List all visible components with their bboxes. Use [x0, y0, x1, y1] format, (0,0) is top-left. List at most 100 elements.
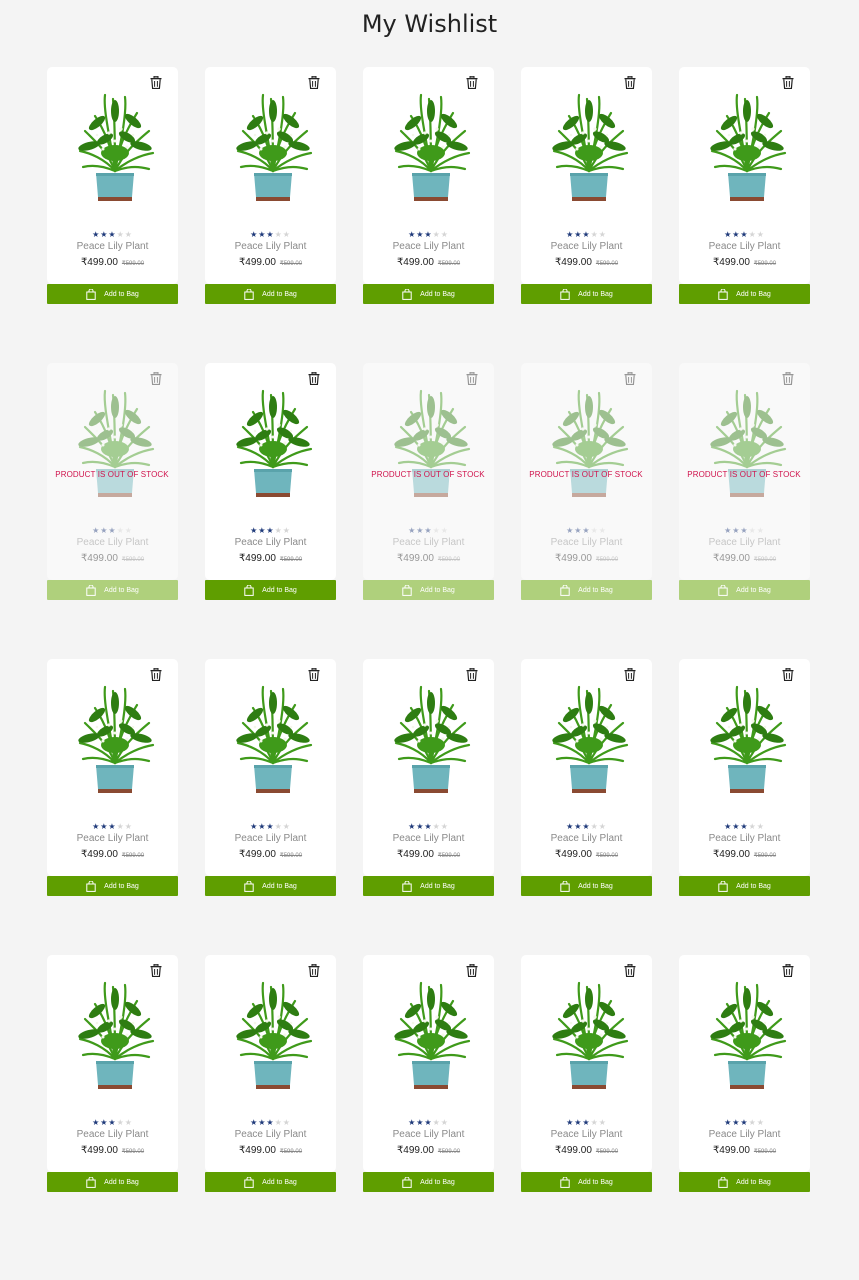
star-icon: ★ [566, 822, 575, 831]
shopping-bag-icon [718, 288, 728, 300]
old-price: ₹599.00 [595, 1149, 619, 1155]
trash-icon[interactable] [466, 668, 478, 681]
add-to-bag-button[interactable]: Add to Bag [205, 580, 336, 600]
product-name[interactable]: Peace Lily Plant [679, 832, 810, 846]
star-rating: ★★★★★ [521, 1118, 652, 1128]
old-price: ₹599.00 [595, 557, 619, 563]
star-icon: ★ [282, 822, 291, 831]
star-icon: ★ [582, 1118, 591, 1127]
product-name[interactable]: Peace Lily Plant [363, 1128, 494, 1142]
star-rating: ★★★★★ [47, 1118, 178, 1128]
product-name[interactable]: Peace Lily Plant [47, 832, 178, 846]
add-to-bag-label: Add to Bag [736, 586, 771, 594]
trash-icon[interactable] [624, 668, 636, 681]
star-icon: ★ [724, 1118, 733, 1127]
add-to-bag-label: Add to Bag [578, 882, 613, 890]
product-name[interactable]: Peace Lily Plant [47, 240, 178, 254]
add-to-bag-label: Add to Bag [262, 1178, 297, 1186]
add-to-bag-button[interactable]: Add to Bag [521, 876, 652, 896]
trash-icon[interactable] [308, 964, 320, 977]
old-price: ₹599.00 [279, 853, 303, 859]
product-name[interactable]: Peace Lily Plant [679, 536, 810, 550]
trash-icon[interactable] [782, 668, 794, 681]
star-icon: ★ [92, 230, 101, 239]
trash-icon[interactable] [782, 372, 794, 385]
trash-icon[interactable] [466, 372, 478, 385]
card-body: PRODUCT IS OUT OF STOCK ★★★★★ Peace Lily… [679, 363, 810, 580]
trash-icon[interactable] [466, 964, 478, 977]
star-icon: ★ [108, 822, 117, 831]
add-to-bag-button[interactable]: Add to Bag [205, 876, 336, 896]
trash-icon[interactable] [308, 372, 320, 385]
add-to-bag-button[interactable]: Add to Bag [363, 1172, 494, 1192]
trash-icon[interactable] [308, 668, 320, 681]
product-price-row: ₹499.00 ₹599.00 [679, 1144, 810, 1159]
current-price: ₹499.00 [712, 849, 750, 860]
star-icon: ★ [598, 822, 607, 831]
star-icon: ★ [250, 822, 259, 831]
add-to-bag-button[interactable]: Add to Bag [679, 1172, 810, 1192]
product-name[interactable]: Peace Lily Plant [363, 832, 494, 846]
product-name[interactable]: Peace Lily Plant [521, 832, 652, 846]
trash-icon[interactable] [624, 76, 636, 89]
star-icon: ★ [92, 822, 101, 831]
star-icon: ★ [598, 1118, 607, 1127]
add-to-bag-button[interactable]: Add to Bag [679, 284, 810, 304]
add-to-bag-button[interactable]: Add to Bag [47, 284, 178, 304]
add-to-bag-button[interactable]: Add to Bag [205, 1172, 336, 1192]
current-price: ₹499.00 [396, 257, 434, 268]
add-to-bag-button[interactable]: Add to Bag [521, 284, 652, 304]
plant-image [552, 93, 629, 201]
card-body: ★★★★★ Peace Lily Plant ₹499.00 ₹599.00 [205, 659, 336, 876]
star-icon: ★ [266, 822, 275, 831]
add-to-bag-button[interactable]: Add to Bag [521, 1172, 652, 1192]
product-name[interactable]: Peace Lily Plant [47, 1128, 178, 1142]
product-name[interactable]: Peace Lily Plant [47, 536, 178, 550]
product-name[interactable]: Peace Lily Plant [205, 536, 336, 550]
add-to-bag-button[interactable]: Add to Bag [363, 284, 494, 304]
trash-icon[interactable] [624, 372, 636, 385]
product-name[interactable]: Peace Lily Plant [521, 240, 652, 254]
star-rating: ★★★★★ [679, 1118, 810, 1128]
product-name[interactable]: Peace Lily Plant [679, 240, 810, 254]
card-body: PRODUCT IS OUT OF STOCK ★★★★★ Peace Lily… [521, 363, 652, 580]
add-to-bag-button[interactable]: Add to Bag [363, 876, 494, 896]
wishlist-card: ★★★★★ Peace Lily Plant ₹499.00 ₹599.00 Ad… [521, 67, 652, 304]
add-to-bag-button[interactable]: Add to Bag [47, 876, 178, 896]
add-to-bag-button[interactable]: Add to Bag [521, 580, 652, 600]
trash-icon[interactable] [150, 668, 162, 681]
star-rating: ★★★★★ [521, 526, 652, 536]
shopping-bag-icon [402, 1176, 412, 1188]
product-name[interactable]: Peace Lily Plant [521, 1128, 652, 1142]
wishlist-card: PRODUCT IS OUT OF STOCK ★★★★★ Peace Lily… [679, 363, 810, 600]
star-icon: ★ [582, 526, 591, 535]
product-name[interactable]: Peace Lily Plant [205, 832, 336, 846]
current-price: ₹499.00 [554, 849, 592, 860]
trash-icon[interactable] [150, 76, 162, 89]
product-name[interactable]: Peace Lily Plant [363, 536, 494, 550]
trash-icon[interactable] [624, 964, 636, 977]
add-to-bag-button[interactable]: Add to Bag [363, 580, 494, 600]
product-name[interactable]: Peace Lily Plant [521, 536, 652, 550]
product-name[interactable]: Peace Lily Plant [363, 240, 494, 254]
trash-icon[interactable] [466, 76, 478, 89]
product-name[interactable]: Peace Lily Plant [679, 1128, 810, 1142]
add-to-bag-button[interactable]: Add to Bag [47, 1172, 178, 1192]
trash-icon[interactable] [782, 76, 794, 89]
product-name[interactable]: Peace Lily Plant [205, 240, 336, 254]
star-rating: ★★★★★ [363, 230, 494, 240]
trash-icon[interactable] [782, 964, 794, 977]
trash-icon[interactable] [150, 964, 162, 977]
star-icon: ★ [756, 822, 765, 831]
product-name[interactable]: Peace Lily Plant [205, 1128, 336, 1142]
product-price-row: ₹499.00 ₹599.00 [521, 256, 652, 271]
wishlist-card: ★★★★★ Peace Lily Plant ₹499.00 ₹599.00 Ad… [521, 955, 652, 1192]
add-to-bag-button[interactable]: Add to Bag [679, 876, 810, 896]
add-to-bag-button[interactable]: Add to Bag [47, 580, 178, 600]
add-to-bag-button[interactable]: Add to Bag [679, 580, 810, 600]
trash-icon[interactable] [150, 372, 162, 385]
add-to-bag-button[interactable]: Add to Bag [205, 284, 336, 304]
trash-icon[interactable] [308, 76, 320, 89]
wishlist-card: ★★★★★ Peace Lily Plant ₹499.00 ₹599.00 Ad… [363, 67, 494, 304]
plant-image [552, 389, 629, 497]
